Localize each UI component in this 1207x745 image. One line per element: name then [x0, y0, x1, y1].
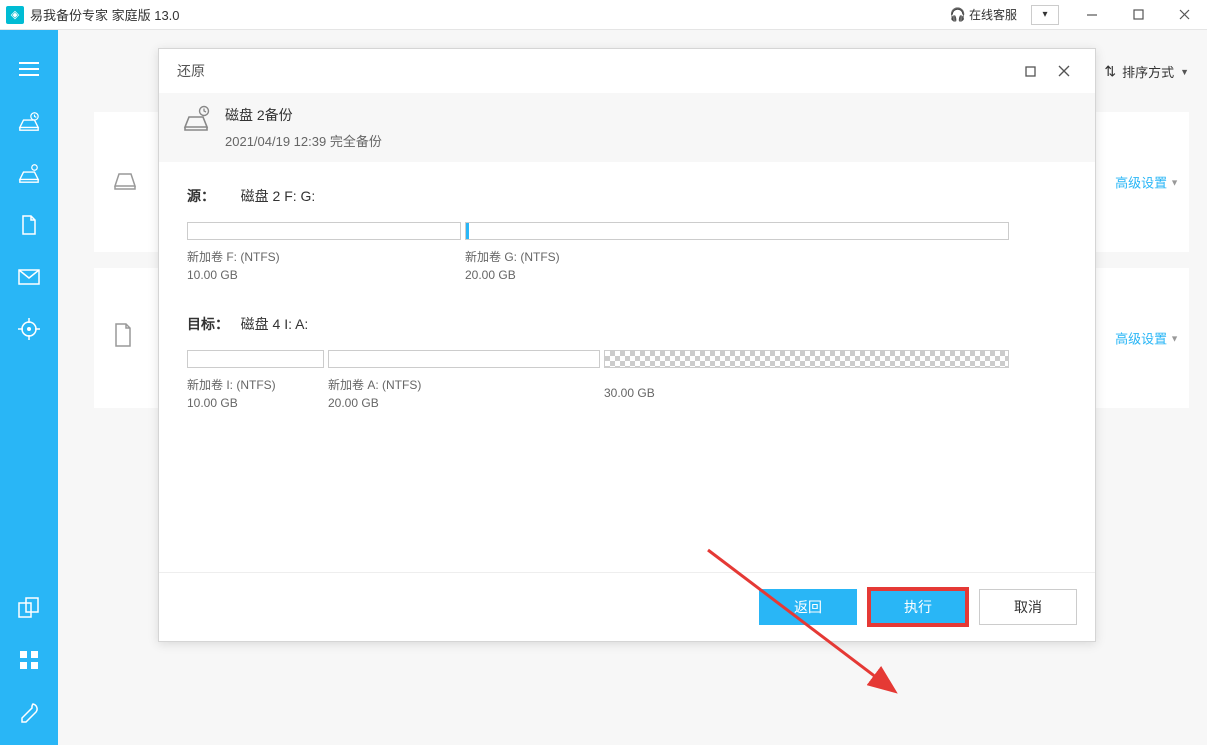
dialog-titlebar: 还原 [159, 49, 1095, 93]
sort-label: 排序方式 [1122, 62, 1174, 81]
file-icon [19, 214, 39, 236]
close-icon [1179, 9, 1190, 20]
partition-size: 20.00 GB [465, 266, 1009, 284]
sidebar-clone[interactable] [18, 597, 40, 619]
sort-icon: ⇅ [1104, 63, 1116, 80]
partition-name: 新加卷 I: (NTFS) [187, 376, 324, 394]
caret-down-icon: ▼ [1170, 333, 1179, 343]
dialog-footer: 返回 执行 取消 [159, 572, 1095, 641]
source-label: 源： [187, 186, 237, 206]
partition-name: 新加卷 F: (NTFS) [187, 248, 461, 266]
maximize-icon [1025, 66, 1036, 77]
restore-dialog: 还原 磁盘 2备份 2021/04/19 12:39 完全备份 [158, 48, 1096, 642]
partition-size: 10.00 GB [187, 266, 461, 284]
sidebar-file-backup[interactable] [18, 214, 40, 236]
disk-clock-icon [18, 110, 40, 132]
sidebar-disk-backup[interactable] [18, 110, 40, 132]
partition-size: 10.00 GB [187, 394, 324, 412]
partition-unallocated [604, 350, 1009, 368]
proceed-label: 执行 [904, 597, 932, 617]
target-partition-bar [187, 350, 1009, 368]
headset-icon: 🎧 [950, 7, 966, 23]
dialog-title: 还原 [177, 61, 205, 81]
partition-label: 新加卷 I: (NTFS) 10.00 GB [187, 376, 324, 412]
partition-segment [187, 222, 461, 240]
maximize-button[interactable] [1115, 0, 1161, 30]
dialog-close-button[interactable] [1047, 56, 1081, 86]
backup-name: 磁盘 2备份 [225, 105, 382, 125]
dropdown-toggle[interactable]: ▾ [1031, 5, 1059, 25]
sidebar-system-backup[interactable] [18, 162, 40, 184]
maximize-icon [1133, 9, 1144, 20]
advanced-settings-link[interactable]: 高级设置 ▼ [1115, 173, 1179, 192]
sidebar-settings[interactable] [18, 701, 40, 723]
advanced-label: 高级设置 [1115, 329, 1167, 348]
partition-name: 新加卷 A: (NTFS) [328, 376, 600, 394]
target-icon [18, 318, 40, 340]
support-label: 在线客服 [969, 6, 1017, 23]
source-partition-bar [187, 222, 1009, 240]
sidebar-mail-backup[interactable] [18, 266, 40, 288]
back-button[interactable]: 返回 [759, 589, 857, 625]
dialog-maximize-button[interactable] [1013, 56, 1047, 86]
target-label: 目标： [187, 314, 237, 334]
file-icon [112, 322, 134, 354]
disk-icon [112, 168, 138, 196]
content-pane: ⇅ 排序方式 ▼ 高级设置 ▼ 高级设置 ▼ 还原 [58, 30, 1207, 745]
app-logo-icon: ◈ [6, 6, 24, 24]
menu-button[interactable] [18, 58, 40, 80]
partition-name: 新加卷 G: (NTFS) [465, 248, 1009, 266]
close-icon [1058, 65, 1070, 77]
dialog-header: 磁盘 2备份 2021/04/19 12:39 完全备份 [159, 93, 1095, 162]
caret-down-icon: ▼ [1170, 177, 1179, 187]
partition-size: 30.00 GB [604, 384, 1009, 402]
grid-icon [19, 650, 39, 670]
app-title: 易我备份专家 家庭版 13.0 [30, 5, 180, 24]
partition-label: 30.00 GB [604, 376, 1009, 412]
sidebar-smart-backup[interactable] [18, 318, 40, 340]
partition-segment [465, 222, 1009, 240]
mail-icon [18, 269, 40, 285]
cancel-button[interactable]: 取消 [979, 589, 1077, 625]
minimize-button[interactable] [1069, 0, 1115, 30]
hamburger-icon [19, 62, 39, 76]
caret-down-icon: ▼ [1180, 67, 1189, 77]
partition-label: 新加卷 G: (NTFS) 20.00 GB [465, 248, 1009, 284]
proceed-button[interactable]: 执行 [869, 589, 967, 625]
close-button[interactable] [1161, 0, 1207, 30]
sidebar-tools[interactable] [18, 649, 40, 671]
clone-icon [18, 597, 40, 619]
online-support-link[interactable]: 🎧 在线客服 [950, 6, 1017, 23]
cancel-label: 取消 [1014, 597, 1042, 617]
sort-button[interactable]: ⇅ 排序方式 ▼ [1104, 62, 1189, 81]
disk-clock-icon [181, 105, 211, 134]
partition-segment [328, 350, 600, 368]
backup-timestamp: 2021/04/19 12:39 完全备份 [225, 131, 382, 150]
disk-gear-icon [18, 162, 40, 184]
partition-label: 新加卷 A: (NTFS) 20.00 GB [328, 376, 600, 412]
advanced-label: 高级设置 [1115, 173, 1167, 192]
wrench-icon [18, 701, 40, 723]
minimize-icon [1086, 9, 1098, 21]
sidebar [0, 30, 58, 745]
partition-segment [187, 350, 324, 368]
target-value: 磁盘 4 I: A: [241, 316, 309, 332]
advanced-settings-link[interactable]: 高级设置 ▼ [1115, 329, 1179, 348]
source-value: 磁盘 2 F: G: [241, 188, 316, 204]
partition-size: 20.00 GB [328, 394, 600, 412]
back-label: 返回 [794, 597, 822, 617]
app-titlebar: ◈ 易我备份专家 家庭版 13.0 🎧 在线客服 ▾ [0, 0, 1207, 30]
partition-label: 新加卷 F: (NTFS) 10.00 GB [187, 248, 461, 284]
